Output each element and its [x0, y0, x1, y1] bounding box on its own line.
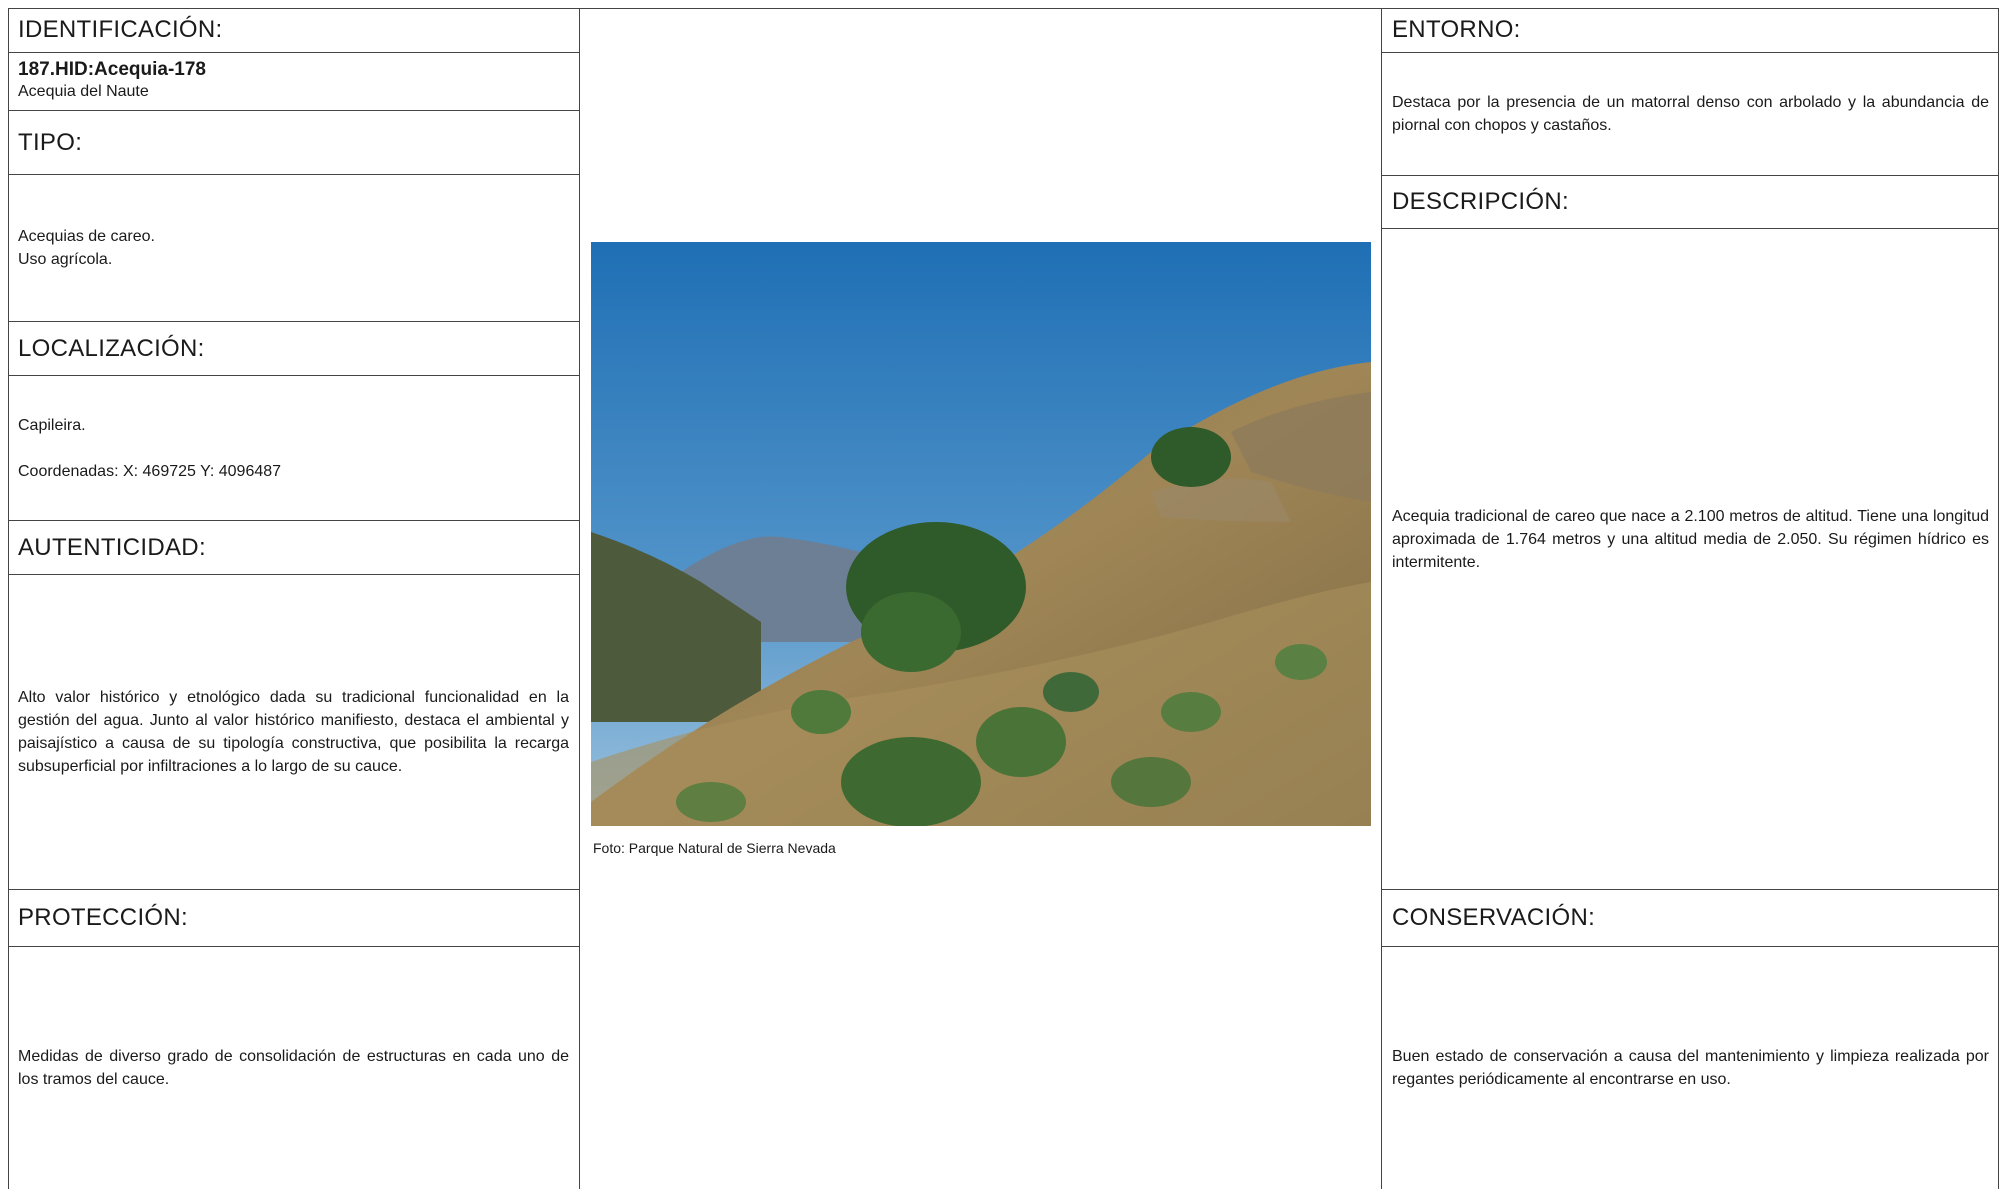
- localizacion-body: Capileira. Coordenadas: X: 469725 Y: 409…: [8, 376, 579, 521]
- conservacion-text: Buen estado de conservación a causa del …: [1392, 1048, 1989, 1088]
- tipo-line-1: Acequias de careo.: [18, 228, 155, 245]
- proteccion-body: Medidas de diverso grado de consolidació…: [8, 947, 579, 1189]
- autenticidad-header: AUTENTICIDAD:: [8, 521, 579, 575]
- right-column: ENTORNO: Destaca por la presencia de un …: [1381, 8, 1999, 1189]
- proteccion-header: PROTECCIÓN:: [8, 890, 579, 947]
- landscape-photo: [591, 242, 1371, 826]
- conservacion-body: Buen estado de conservación a causa del …: [1382, 947, 1999, 1189]
- tipo-body: Acequias de careo. Uso agrícola.: [8, 175, 579, 322]
- tipo-line-2: Uso agrícola.: [18, 251, 113, 268]
- descripcion-text: Acequia tradicional de careo que nace a …: [1392, 507, 1989, 571]
- entorno-text: Destaca por la presencia de un matorral …: [1392, 94, 1989, 134]
- autenticidad-body: Alto valor histórico y etnológico dada s…: [8, 575, 579, 890]
- localizacion-coords: Coordenadas: X: 469725 Y: 4096487: [18, 462, 282, 480]
- left-column: IDENTIFICACIÓN: 187.HID:Acequia-178 Aceq…: [8, 8, 580, 1189]
- identificacion-body: 187.HID:Acequia-178 Acequia del Naute: [8, 53, 579, 111]
- localizacion-header: LOCALIZACIÓN:: [8, 322, 579, 376]
- record-code: 187.HID:Acequia-178: [18, 59, 206, 80]
- record-name: Acequia del Naute: [18, 83, 149, 100]
- tipo-header: TIPO:: [8, 111, 579, 175]
- autenticidad-text: Alto valor histórico y etnológico dada s…: [18, 689, 569, 775]
- identificacion-header: IDENTIFICACIÓN:: [8, 8, 579, 53]
- descripcion-header: DESCRIPCIÓN:: [1382, 176, 1999, 229]
- photo-caption: Foto: Parque Natural de Sierra Nevada: [593, 840, 836, 856]
- entorno-header: ENTORNO:: [1382, 8, 1999, 53]
- proteccion-text: Medidas de diverso grado de consolidació…: [18, 1048, 569, 1088]
- entorno-body: Destaca por la presencia de un matorral …: [1382, 53, 1999, 176]
- conservacion-header: CONSERVACIÓN:: [1382, 890, 1999, 947]
- descripcion-body: Acequia tradicional de careo que nace a …: [1382, 229, 1999, 890]
- localizacion-place: Capileira.: [18, 416, 86, 434]
